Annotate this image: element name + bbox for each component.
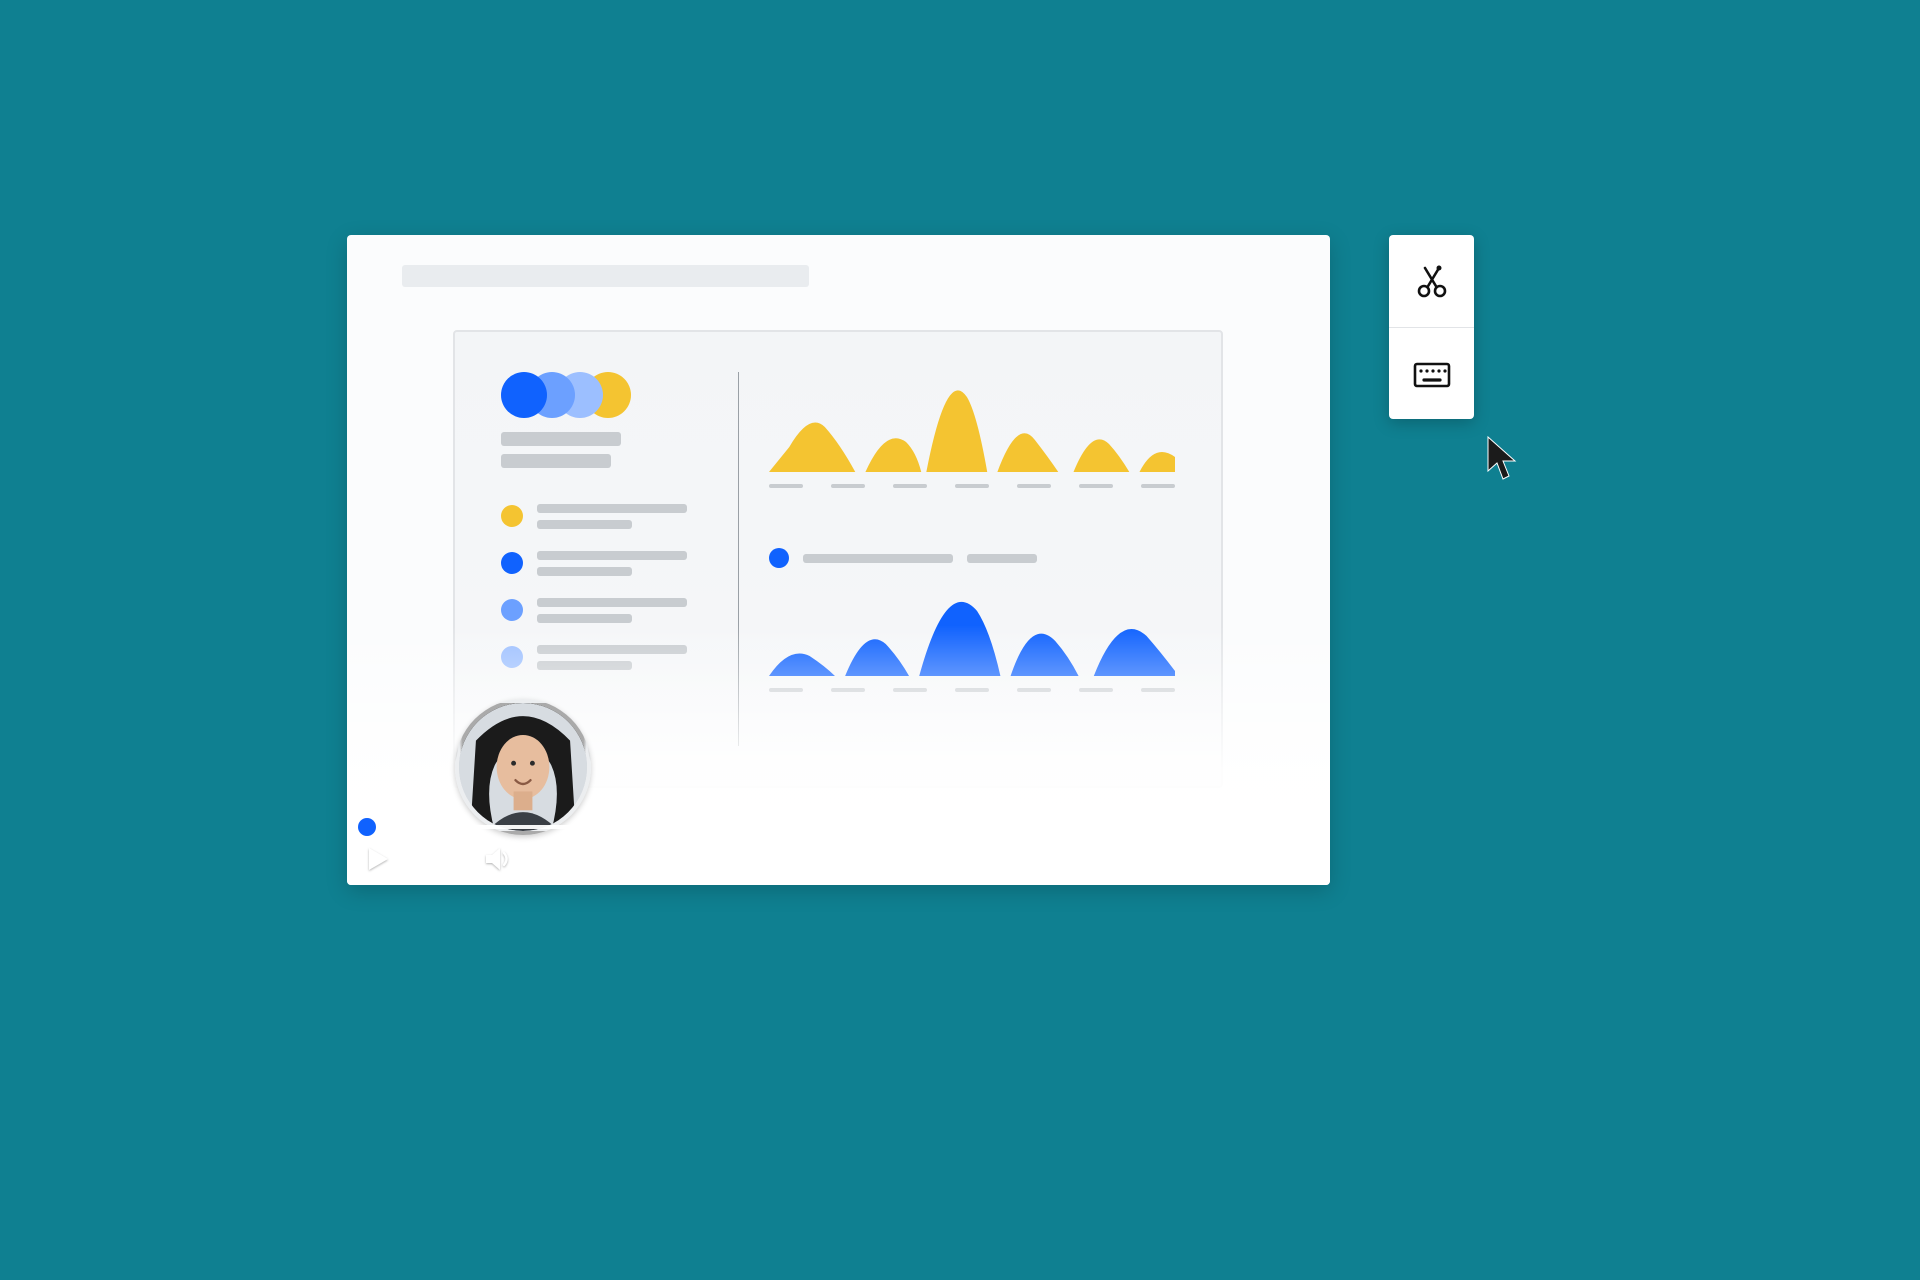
axis-ticks (769, 688, 1175, 692)
legend-dot-yellow (501, 505, 523, 527)
floating-toolbar (1389, 235, 1474, 419)
time-separator: / (1238, 847, 1257, 871)
bubble-blue-1 (501, 372, 547, 418)
duration: 01:14 (1257, 847, 1310, 871)
spark-chart-yellow (769, 372, 1175, 488)
playback-speed[interactable]: 1.00x (411, 847, 463, 871)
volume-icon (485, 847, 513, 871)
play-button[interactable] (367, 847, 389, 871)
placeholder-bar (803, 554, 953, 563)
placeholder-bar (967, 554, 1037, 563)
placeholder-bar (537, 520, 632, 529)
spark-chart-blue (769, 548, 1175, 692)
legend-item (501, 645, 708, 670)
play-icon (367, 847, 389, 871)
slide-right-column (759, 372, 1175, 746)
series-dot-icon (769, 548, 789, 568)
slide-divider (738, 372, 739, 746)
video-card: 1.00x 0:00 / 01:14 (347, 235, 1330, 885)
placeholder-bar (537, 504, 687, 513)
legend-dot-blue-lighter (501, 646, 523, 668)
placeholder-bar (537, 645, 687, 654)
placeholder-bar (537, 614, 632, 623)
placeholder-bar (501, 454, 611, 468)
legend-item (501, 551, 708, 576)
series-label (769, 548, 1175, 568)
color-bubbles (501, 372, 708, 418)
video-controls: 1.00x 0:00 / 01:14 (347, 799, 1330, 885)
placeholder-bar (537, 598, 687, 607)
placeholder-title-bar (402, 265, 809, 287)
progress-handle[interactable] (358, 818, 376, 836)
progress-bar[interactable] (367, 825, 1310, 829)
placeholder-bar (537, 661, 632, 670)
keyboard-button[interactable] (1389, 327, 1474, 419)
keyboard-icon (1413, 360, 1451, 388)
slide-left-column (501, 372, 738, 746)
trim-button[interactable] (1389, 235, 1474, 327)
legend-dot-blue (501, 552, 523, 574)
time-display: 0:00 / 01:14 (1197, 847, 1310, 871)
mouse-cursor-icon (1485, 435, 1521, 481)
legend-item (501, 598, 708, 623)
legend-item (501, 504, 708, 529)
placeholder-bar (537, 551, 687, 560)
legend-dot-blue-light (501, 599, 523, 621)
volume-button[interactable] (485, 847, 513, 871)
legend (501, 504, 708, 670)
placeholder-bar (537, 567, 632, 576)
scissors-icon (1414, 263, 1450, 299)
placeholder-bar (501, 432, 621, 446)
current-time: 0:00 (1197, 847, 1238, 871)
mouse-cursor (1485, 435, 1521, 481)
axis-ticks (769, 484, 1175, 488)
